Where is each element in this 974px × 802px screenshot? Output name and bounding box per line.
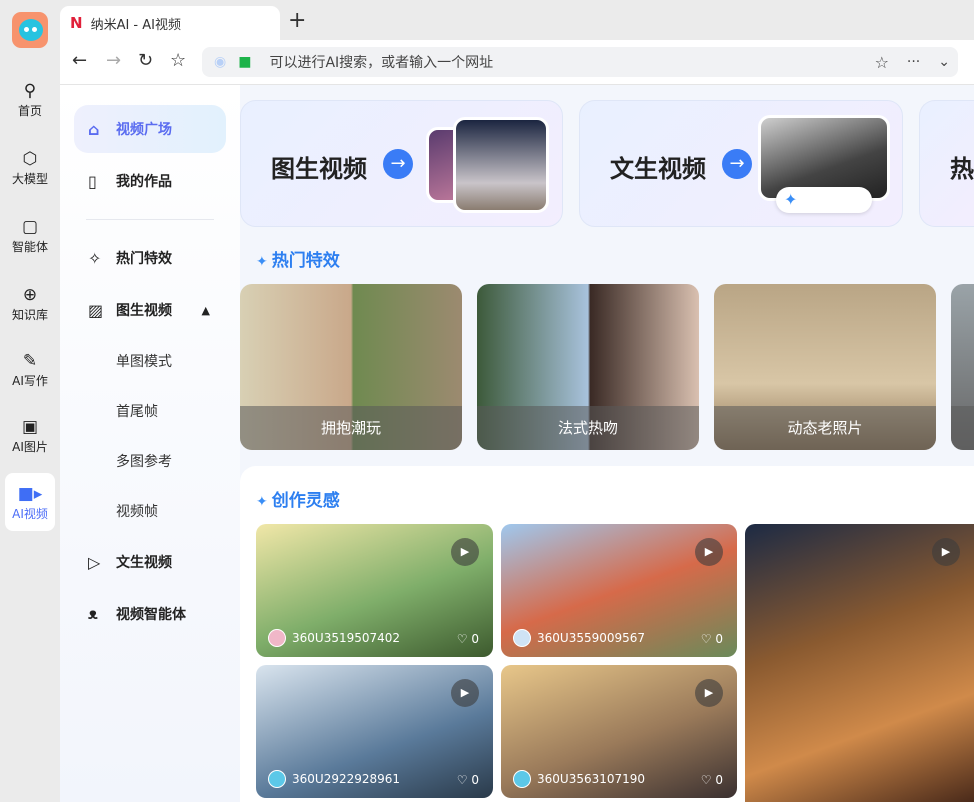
inspiration-card-tall[interactable]: ▶ [745, 524, 974, 802]
hot-effects-title: ✦ 热门特效 [256, 251, 340, 271]
heart-icon[interactable]: ♡ [701, 632, 712, 646]
rail-home[interactable]: ⚲ 首页 [5, 70, 55, 128]
address-bar[interactable]: ◉ ■ 可以进行AI搜索，或者输入一个网址 ☆ ··· ⌄ [202, 47, 958, 77]
rail-video[interactable]: ■▸ AI视频 [5, 473, 55, 531]
sidebar-item-my-works[interactable]: ▯ 我的作品 [74, 157, 226, 205]
banner-image-to-video[interactable]: 图生视频 → [240, 100, 563, 227]
more-icon[interactable]: ··· [907, 54, 920, 70]
rail-knowledge[interactable]: ⊕ 知识库 [5, 274, 55, 332]
avatar [513, 629, 531, 647]
heart-icon[interactable]: ♡ [701, 773, 712, 787]
rail-writing[interactable]: ✎ AI写作 [5, 340, 55, 398]
sidebar-item-video-frame[interactable]: 视频帧 [74, 487, 226, 535]
play-icon[interactable]: ▶ [451, 679, 479, 707]
sidebar-item-image-to-video[interactable]: ▨ 图生视频 ▲ [74, 286, 226, 334]
forward-icon[interactable]: → [106, 50, 121, 71]
sidebar-item-text-to-video[interactable]: ▷ 文生视频 [74, 538, 226, 586]
arrow-right-icon: → [722, 149, 752, 179]
heart-icon[interactable]: ♡ [457, 773, 468, 787]
sidebar-item-hot-effects[interactable]: ✧ 热门特效 [74, 234, 226, 282]
sidebar-item-video-square[interactable]: ⌂ 视频广场 [74, 105, 226, 153]
pen-icon: ✎ [22, 350, 38, 371]
bookmark-icon: ▯ [88, 171, 97, 191]
favorites-icon[interactable]: ☆ [170, 50, 186, 71]
avatar [513, 770, 531, 788]
agent-icon: ▢ [21, 216, 39, 237]
sidebar-item-first-last-frame[interactable]: 首尾帧 [74, 387, 226, 435]
avatar [268, 629, 286, 647]
inspiration-card[interactable]: ▶ 360U3519507402 ♡ 0 [256, 524, 493, 657]
effect-card[interactable]: 法式热吻 [477, 284, 699, 450]
magic-icon: ✧ [88, 248, 102, 268]
ai-icon: ◉ [214, 54, 227, 70]
sidebar-item-multi-image[interactable]: 多图参考 [74, 437, 226, 485]
inspiration-card[interactable]: ▶ 360U2922928961 ♡ 0 [256, 665, 493, 798]
chevron-down-icon[interactable]: ⌄ [938, 54, 950, 70]
image-icon: ▣ [21, 416, 39, 437]
video-plus-icon: ▷ [88, 552, 101, 572]
play-icon[interactable]: ▶ [932, 538, 960, 566]
app-logo[interactable] [12, 12, 48, 48]
effect-card[interactable] [951, 284, 974, 450]
video-icon: ■▸ [17, 483, 43, 504]
heart-icon[interactable]: ♡ [457, 632, 468, 646]
nami-favicon-icon: N [70, 14, 83, 32]
rail-models[interactable]: ⬡ 大模型 [5, 138, 55, 196]
bookmark-star-icon[interactable]: ☆ [875, 53, 889, 72]
search-icon: ⚲ [23, 80, 37, 101]
sparkle-icon: ✦ [256, 494, 268, 510]
banner-hot[interactable]: 热 [919, 100, 974, 227]
browser-tab[interactable]: N 纳米AI - AI视频 [60, 6, 280, 40]
image-plus-icon: ▨ [88, 300, 104, 320]
banner-image-front [453, 117, 549, 213]
inspiration-title: ✦ 创作灵感 [256, 491, 340, 511]
sparkle-icon: ✦ [776, 187, 872, 213]
reload-icon[interactable]: ↻ [138, 50, 153, 71]
cube-icon: ⬡ [22, 148, 38, 169]
rail-agents[interactable]: ▢ 智能体 [5, 206, 55, 264]
bear-icon: ᴥ [88, 604, 98, 623]
sidebar-item-video-agent[interactable]: ᴥ 视频智能体 [74, 590, 226, 638]
play-icon[interactable]: ▶ [695, 538, 723, 566]
divider [86, 219, 214, 220]
address-input[interactable]: 可以进行AI搜索，或者输入一个网址 [269, 52, 493, 72]
sidebar-item-single-image[interactable]: 单图模式 [74, 337, 226, 385]
inspiration-card[interactable]: ▶ 360U3559009567 ♡ 0 [501, 524, 737, 657]
back-icon[interactable]: ← [72, 50, 87, 71]
play-icon[interactable]: ▶ [695, 679, 723, 707]
lock-icon: ■ [238, 54, 252, 70]
new-tab-button[interactable]: + [288, 8, 306, 33]
bulb-icon: ⊕ [22, 284, 38, 305]
effect-card[interactable]: 动态老照片 [714, 284, 936, 450]
banner-text-to-video[interactable]: 文生视频 → ✦ [579, 100, 903, 227]
rail-image[interactable]: ▣ AI图片 [5, 406, 55, 464]
effect-card[interactable]: 拥抱潮玩 [240, 284, 462, 450]
avatar [268, 770, 286, 788]
home-icon: ⌂ [88, 119, 100, 139]
inspiration-card[interactable]: ▶ 360U3563107190 ♡ 0 [501, 665, 737, 798]
chevron-up-icon[interactable]: ▲ [202, 304, 210, 317]
sparkle-icon: ✦ [256, 254, 268, 270]
arrow-right-icon: → [383, 149, 413, 179]
play-icon[interactable]: ▶ [451, 538, 479, 566]
